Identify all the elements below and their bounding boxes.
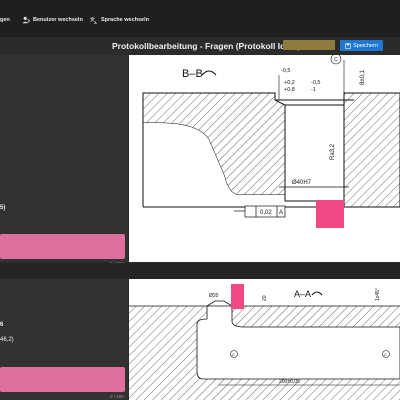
question-1-text: 5) <box>0 205 6 211</box>
save-button-label: Speichern <box>353 42 378 49</box>
svg-text:200±0,05: 200±0,05 <box>279 379 300 385</box>
page-title: Protokollbearbeitung - Fragen (Protokoll… <box>112 41 301 51</box>
section-label-b-b: B–B <box>182 68 203 80</box>
svg-text:C: C <box>232 352 235 357</box>
translate-icon: 文A <box>90 16 97 24</box>
technical-drawing-b-b: Ø40H7 +0,2 +0,8 -0,5 -0,5 -1 C 8±0,1 Ra3… <box>142 55 400 218</box>
question-2-text-1: 6 <box>0 322 4 328</box>
question-2-drawing: C C 200±0,05 Ø20 20 A–A 1x45° <box>129 279 400 400</box>
question-1-drawing: Ø40H7 +0,2 +0,8 -0,5 -0,5 -1 C 8±0,1 Ra3… <box>129 55 400 262</box>
save-icon <box>345 42 351 49</box>
svg-text:Ra3,2: Ra3,2 <box>330 143 336 160</box>
svg-text:-0,5: -0,5 <box>311 80 320 86</box>
svg-text:Ø40H7: Ø40H7 <box>292 180 312 186</box>
svg-text:A: A <box>279 210 283 216</box>
question-2-highlight <box>231 284 244 309</box>
question-2-counter: 0 / 200 <box>110 394 124 399</box>
svg-text:C: C <box>334 57 338 63</box>
svg-text:8±0,1: 8±0,1 <box>360 69 366 85</box>
svg-text:+0,2: +0,2 <box>284 80 295 86</box>
question-1-highlight <box>316 200 344 228</box>
technical-drawing-a-a: C C 200±0,05 Ø20 20 A–A 1x45° <box>129 288 400 400</box>
svg-text:C: C <box>384 352 387 357</box>
switch-user-button[interactable]: Benutzer wechseln <box>22 14 83 26</box>
svg-text:20: 20 <box>262 295 268 301</box>
question-1-answer-input[interactable] <box>0 234 125 259</box>
question-2-answer-input[interactable] <box>0 367 125 392</box>
svg-text:1x45°: 1x45° <box>375 288 381 301</box>
section-label-a-a: A–A <box>294 289 311 299</box>
svg-text:Ø20: Ø20 <box>209 293 219 299</box>
switch-language-label: Sprache wechseln <box>101 17 149 23</box>
question-2-text-2: 46,2) <box>0 337 14 343</box>
topbar-item-partial[interactable]: gen <box>0 14 10 26</box>
topbar-item-label: gen <box>0 17 10 23</box>
save-button[interactable]: Speichern <box>340 40 383 51</box>
question-1-panel <box>0 55 128 262</box>
switch-language-button[interactable]: 文A Sprache wechseln <box>90 14 149 26</box>
svg-text:0,02: 0,02 <box>260 210 272 216</box>
svg-text:+0,8: +0,8 <box>284 87 295 93</box>
user-switch-icon <box>22 16 30 24</box>
status-badge <box>283 40 335 50</box>
svg-text:-0,5: -0,5 <box>281 68 290 74</box>
top-bar: gen Benutzer wechseln 文A Sprache wechsel… <box>0 0 400 37</box>
switch-user-label: Benutzer wechseln <box>33 17 83 23</box>
question-divider <box>0 263 400 279</box>
svg-text:A: A <box>94 20 97 24</box>
svg-text:-1: -1 <box>311 87 316 93</box>
